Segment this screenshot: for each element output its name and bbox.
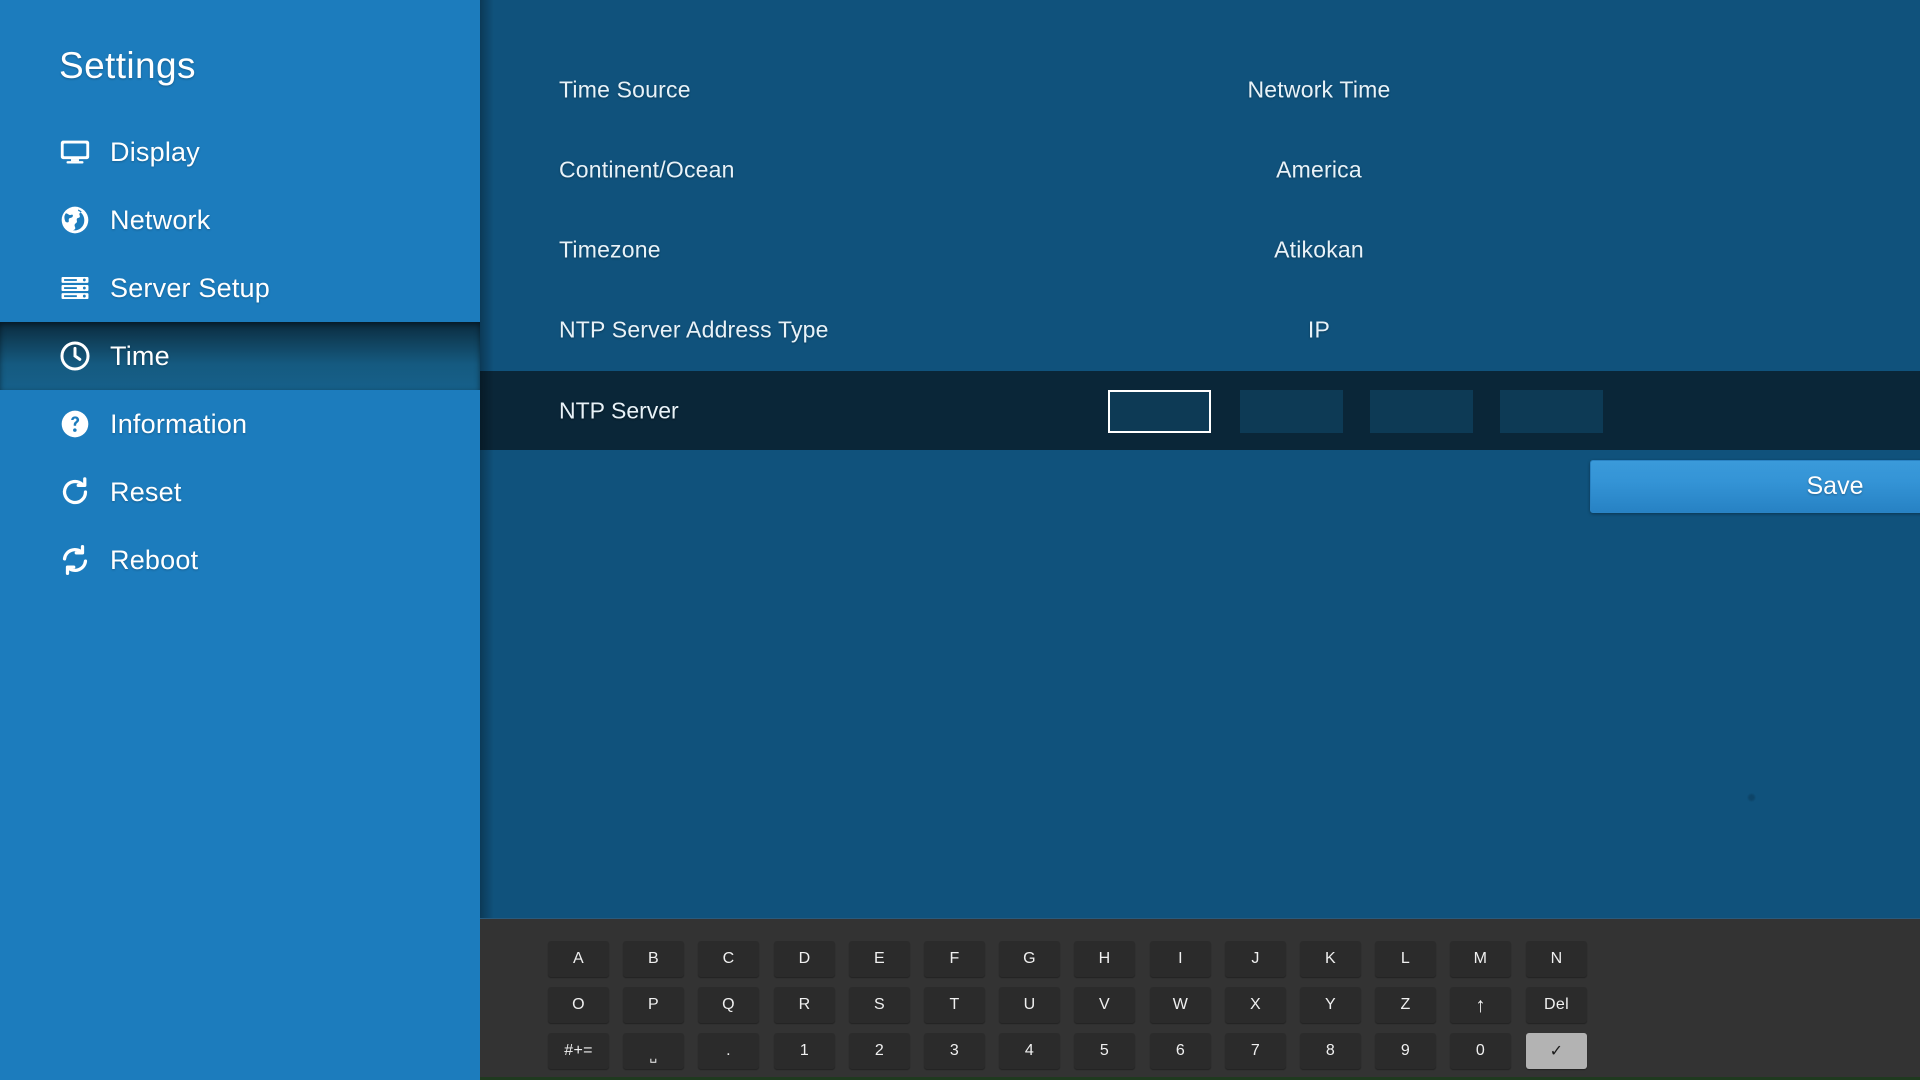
sidebar-item-display[interactable]: Display — [0, 118, 480, 186]
row-value: Network Time — [1247, 76, 1391, 103]
sidebar-item-label: Time — [110, 340, 170, 371]
ntp-octet-input-1[interactable] — [1108, 390, 1211, 433]
ntp-octet-input-3[interactable] — [1370, 390, 1473, 433]
key-d[interactable]: D — [774, 941, 835, 977]
key-v[interactable]: V — [1074, 987, 1135, 1023]
ntp-server-row: NTP Server — [480, 371, 1920, 450]
row-label: Continent/Ocean — [559, 156, 735, 183]
sidebar-item-reset[interactable]: Reset — [0, 458, 480, 526]
sidebar: Settings Display Network Server Setup Time I… — [0, 0, 480, 1080]
sidebar-item-information[interactable]: Information — [0, 390, 480, 458]
settings-row-timezone[interactable]: Timezone Atikokan — [480, 210, 1920, 290]
key-c[interactable]: C — [698, 941, 759, 977]
ntp-server-label: NTP Server — [559, 397, 679, 423]
on-screen-keyboard: A B C D E F G H I J K L M N O P Q R S T U V W X Y Z ↑ Del #+= ␣. 1 2 3 4 5… — [480, 918, 1920, 1080]
clock-icon — [58, 339, 92, 373]
key-6[interactable]: 6 — [1150, 1033, 1211, 1069]
save-button-label: Save — [1806, 472, 1864, 500]
save-button[interactable]: Save — [1590, 460, 1920, 513]
row-value: America — [1276, 156, 1362, 183]
sidebar-item-label: Server Setup — [110, 272, 270, 303]
key-7[interactable]: 7 — [1225, 1033, 1286, 1069]
sync-arrows-icon — [58, 543, 92, 577]
sidebar-item-server-setup[interactable]: Server Setup — [0, 254, 480, 322]
settings-screen: Settings Display Network Server Setup Time I… — [0, 0, 1920, 1080]
keyboard-row-1: ABCDEFGHIJKLMN — [480, 941, 1920, 977]
key-3[interactable]: 3 — [924, 1033, 985, 1069]
row-value: Atikokan — [1274, 236, 1364, 263]
sidebar-item-label: Display — [110, 136, 200, 167]
key-t[interactable]: T — [924, 987, 985, 1023]
key-n[interactable]: N — [1526, 941, 1587, 977]
keyboard-row-3: #+= ␣. 1 2 3 4 5 6 7 8 9 0 ✓ — [480, 1033, 1920, 1069]
settings-row-time-source[interactable]: Time Source Network Time — [480, 50, 1920, 130]
key-l[interactable]: L — [1375, 941, 1436, 977]
sidebar-item-network[interactable]: Network — [0, 186, 480, 254]
key-s[interactable]: S — [849, 987, 910, 1023]
row-value: IP — [1307, 316, 1331, 343]
confirm-key[interactable]: ✓ — [1526, 1033, 1587, 1069]
main-content: Time Source Network Time Continent/Ocean Am… — [480, 0, 1920, 918]
pointer-cursor — [1748, 794, 1755, 801]
keyboard-row-2: O P Q R S T U V W X Y Z ↑ Del — [480, 987, 1920, 1023]
key-i[interactable]: I — [1150, 941, 1211, 977]
key-u[interactable]: U — [999, 987, 1060, 1023]
key-1[interactable]: 1 — [774, 1033, 835, 1069]
sidebar-item-time[interactable]: Time — [0, 322, 480, 390]
ntp-octet-input-2[interactable] — [1240, 390, 1343, 433]
sidebar-item-label: Reset — [110, 476, 182, 507]
settings-row-continent-ocean[interactable]: Continent/Ocean America — [480, 130, 1920, 210]
key-y[interactable]: Y — [1300, 987, 1361, 1023]
key-o[interactable]: O — [548, 987, 609, 1023]
refresh-arrow-icon — [58, 475, 92, 509]
row-label: Timezone — [559, 236, 661, 263]
question-circle-icon — [58, 407, 92, 441]
server-rack-icon — [58, 271, 92, 305]
key-a[interactable]: A — [548, 941, 609, 977]
key-q[interactable]: Q — [698, 987, 759, 1023]
key-g[interactable]: G — [999, 941, 1060, 977]
key-2[interactable]: 2 — [849, 1033, 910, 1069]
key-m[interactable]: M — [1450, 941, 1511, 977]
key-9[interactable]: 9 — [1375, 1033, 1436, 1069]
key-8[interactable]: 8 — [1300, 1033, 1361, 1069]
sidebar-item-reboot[interactable]: Reboot — [0, 526, 480, 594]
key-b[interactable]: B — [623, 941, 684, 977]
space-key[interactable]: ␣ — [623, 1033, 684, 1069]
row-label: Time Source — [559, 76, 691, 103]
key-x[interactable]: X — [1225, 987, 1286, 1023]
ntp-octet-input-4[interactable] — [1500, 390, 1603, 433]
sidebar-item-label: Information — [110, 408, 248, 439]
key-k[interactable]: K — [1300, 941, 1361, 977]
shift-key[interactable]: ↑ — [1450, 987, 1511, 1023]
key-j[interactable]: J — [1225, 941, 1286, 977]
settings-row-ntp-server-address-type[interactable]: NTP Server Address Type IP — [480, 290, 1920, 370]
key-h[interactable]: H — [1074, 941, 1135, 977]
key-0[interactable]: 0 — [1450, 1033, 1511, 1069]
key-5[interactable]: 5 — [1074, 1033, 1135, 1069]
globe-icon — [58, 203, 92, 237]
key-r[interactable]: R — [774, 987, 835, 1023]
sidebar-item-label: Reboot — [110, 544, 199, 575]
symbols-key[interactable]: #+= — [548, 1033, 609, 1069]
key-z[interactable]: Z — [1375, 987, 1436, 1023]
page-title: Settings — [59, 45, 196, 86]
key-e[interactable]: E — [849, 941, 910, 977]
key-4[interactable]: 4 — [999, 1033, 1060, 1069]
delete-key[interactable]: Del — [1526, 987, 1587, 1023]
key-w[interactable]: W — [1150, 987, 1211, 1023]
period-key[interactable]: . — [698, 1033, 759, 1069]
sidebar-item-label: Network — [110, 204, 211, 235]
row-label: NTP Server Address Type — [559, 316, 829, 343]
key-f[interactable]: F — [924, 941, 985, 977]
monitor-icon — [58, 135, 92, 169]
key-p[interactable]: P — [623, 987, 684, 1023]
